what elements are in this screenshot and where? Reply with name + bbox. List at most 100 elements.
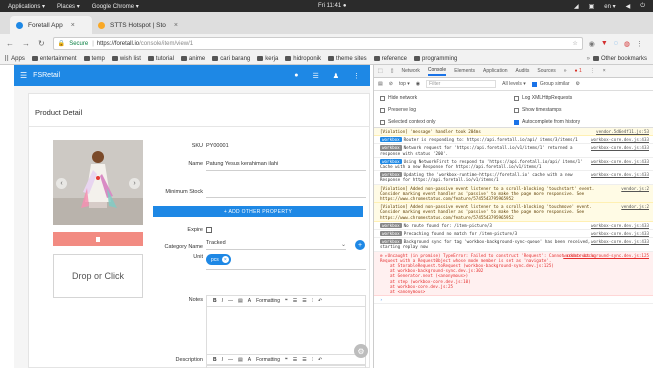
min-stock-input[interactable] (206, 197, 366, 198)
apps-shortcut[interactable]: ⠿ Apps (4, 55, 25, 63)
bookmark-folder[interactable]: theme sites (327, 56, 367, 62)
bookmark-folder[interactable]: kerja (257, 56, 278, 62)
image-dropzone[interactable]: Drop or Click (53, 254, 143, 298)
italic-button[interactable]: I (222, 357, 223, 363)
image-next-button[interactable]: › (129, 178, 140, 189)
source-link[interactable]: vendor.5d6e4f11.js:53 (596, 129, 649, 134)
back-icon[interactable]: ← (6, 39, 14, 48)
bookmark-folder[interactable]: temp (83, 56, 105, 62)
active-app-menu[interactable]: Google Chrome ▾ (92, 3, 139, 10)
source-link[interactable]: workbox-core.dev.js:433 (591, 159, 649, 164)
print-icon[interactable]: ▤ (238, 298, 243, 304)
extension-icon[interactable]: ◉ (589, 40, 595, 48)
extension-icon[interactable]: ◍ (624, 40, 630, 48)
strike-button[interactable]: — (228, 357, 233, 363)
power-icon[interactable]: ⏻ (640, 3, 645, 10)
more-tabs-icon[interactable]: » (564, 68, 567, 74)
stack-frame[interactable]: at <anonymous> (380, 289, 595, 294)
inspect-icon[interactable]: ⬚ (378, 68, 383, 74)
log-xhr-option[interactable]: Log XMLHttpRequests (514, 95, 572, 101)
tab-sources[interactable]: Sources (537, 68, 555, 74)
source-link[interactable]: vendor.js:2 (621, 186, 649, 191)
image-prev-button[interactable]: ‹ (56, 178, 67, 189)
browser-tab-foretall[interactable]: Foretall App × (10, 16, 92, 34)
other-bookmarks[interactable]: » Other bookmarks (587, 56, 647, 62)
clear-console-icon[interactable]: ⊘ (389, 81, 393, 87)
remove-chip-icon[interactable]: × (221, 256, 229, 263)
hide-network-option[interactable]: Hide network (380, 95, 417, 101)
unit-chip[interactable]: pcs × (206, 254, 231, 265)
bookmark-folder[interactable]: hidroponik (285, 56, 321, 62)
close-tab-icon[interactable]: × (71, 22, 75, 29)
hamburger-menu-icon[interactable]: ☰ (20, 71, 27, 80)
bookmark-folder[interactable]: anime (180, 56, 205, 62)
table-button[interactable]: ☰ (293, 357, 297, 363)
undo-button[interactable]: ↶ (318, 357, 322, 363)
gear-icon[interactable]: ⚙ (576, 81, 580, 87)
add-category-button[interactable]: + (355, 240, 365, 250)
sidebar-toggle-icon[interactable]: ▤ (378, 81, 383, 87)
tab-elements[interactable]: Elements (454, 68, 475, 74)
clock[interactable]: Fri 11:41 ● (318, 3, 347, 9)
format-dropdown[interactable]: Formatting (256, 298, 280, 304)
list-button[interactable]: ☰ (302, 298, 306, 304)
source-link[interactable]: workbox-core.dev.js:433 (591, 231, 649, 236)
source-link[interactable]: vendor.js:2 (621, 204, 649, 209)
preserve-log-option[interactable]: Preserve log (380, 107, 416, 113)
selected-context-option[interactable]: Selected context only (380, 119, 436, 125)
quote-button[interactable]: ❝ (285, 357, 288, 363)
bookmark-star-icon[interactable]: ☆ (572, 40, 577, 47)
chevron-down-icon[interactable]: ⌄ (341, 241, 346, 248)
expire-checkbox[interactable] (206, 227, 212, 233)
url-bar[interactable]: 🔒 Secure | https://foretall.io /console/… (52, 37, 583, 50)
add-other-property-button[interactable]: + ADD OTHER PROPERTY (153, 206, 363, 217)
menu-kebab-icon[interactable]: ⋮ (636, 40, 643, 48)
align-button[interactable]: ⫶ (312, 298, 313, 304)
filter-input[interactable]: Filter (426, 80, 497, 88)
eye-icon[interactable]: ◉ (416, 81, 420, 87)
style-button[interactable]: A (248, 357, 251, 363)
error-count-badge[interactable]: ● 1 (575, 68, 582, 74)
network-icon[interactable]: ◢ (574, 3, 579, 10)
close-tab-icon[interactable]: × (174, 22, 178, 29)
extension-icon[interactable]: ◌ (614, 40, 618, 48)
source-link[interactable]: workbox-core.dev.js:433 (591, 145, 649, 150)
more-vert-icon[interactable]: ⋮ (353, 72, 360, 80)
tab-network[interactable]: Network (402, 68, 420, 74)
tab-audits[interactable]: Audits (516, 68, 530, 74)
strike-button[interactable]: — (228, 298, 233, 304)
extension-icon[interactable]: ▼ (601, 40, 608, 48)
levels-select[interactable]: All levels ▾ (502, 81, 526, 87)
bookmark-folder[interactable]: wish list (111, 56, 141, 62)
settings-fab[interactable]: ⚙ (354, 344, 368, 358)
style-button[interactable]: A (248, 298, 251, 304)
device-toolbar-icon[interactable]: ▯ (391, 68, 394, 74)
category-select[interactable]: Tracked (206, 240, 226, 246)
align-button[interactable]: ⫶ (312, 357, 313, 363)
source-link[interactable]: workbox-core.dev.js:433 (591, 137, 649, 142)
console-prompt[interactable]: › (374, 296, 653, 305)
browser-tab-stts[interactable]: STTS Hotspot | Sto × (92, 16, 194, 34)
applications-menu[interactable]: Applications ▾ (8, 3, 45, 10)
bookmark-folder[interactable]: cari barang (212, 56, 250, 62)
forward-icon[interactable]: → (22, 39, 30, 48)
source-link[interactable]: workbox-core.dev.js:433 (591, 172, 649, 177)
places-menu[interactable]: Places ▾ (57, 3, 80, 10)
volume-icon[interactable]: ◀ (626, 3, 631, 10)
autocomplete-history-option[interactable]: Autocomplete from history (514, 119, 580, 125)
italic-button[interactable]: I (222, 298, 223, 304)
bold-button[interactable]: B (213, 298, 217, 304)
show-timestamps-option[interactable]: Show timestamps (514, 107, 561, 113)
bookmark-folder[interactable]: programming (414, 56, 457, 62)
context-select[interactable]: top ▾ (399, 81, 410, 87)
undo-button[interactable]: ↶ (318, 298, 322, 304)
quote-button[interactable]: ❝ (285, 298, 288, 304)
tab-application[interactable]: Application (483, 68, 507, 74)
bookmark-folder[interactable]: tutorial (147, 56, 174, 62)
tab-console[interactable]: Console (427, 67, 447, 76)
language-indicator[interactable]: en ▾ (604, 3, 615, 10)
print-icon[interactable]: ▤ (238, 357, 243, 363)
list-icon[interactable]: ☰ (312, 72, 318, 80)
bold-button[interactable]: B (213, 357, 217, 363)
source-link[interactable]: workbox-core.dev.js:433 (591, 223, 649, 228)
